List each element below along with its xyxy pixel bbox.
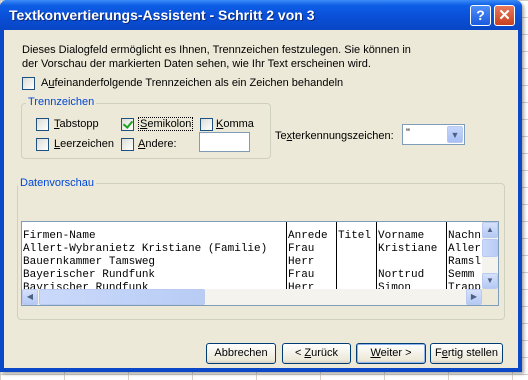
scroll-up-icon[interactable]: ▲ (482, 222, 498, 238)
comma-checkbox[interactable] (200, 118, 213, 131)
dialog-client-area: Dieses Dialogfeld ermöglicht es Ihnen, T… (4, 30, 518, 368)
scroll-right-icon[interactable]: ▶ (466, 289, 482, 305)
preview-cell: Ramsl (448, 256, 482, 268)
close-button[interactable]: ✕ (494, 5, 515, 26)
horizontal-scrollbar[interactable]: ◀ ▶ (22, 289, 482, 305)
preview-cell: Semm (448, 269, 475, 281)
preview-cell: Frau (288, 269, 315, 281)
finish-button[interactable]: Fertig stellen (430, 343, 503, 364)
space-label[interactable]: Leerzeichen (54, 138, 114, 150)
tab-label[interactable]: Tabstopp (54, 118, 99, 130)
delimiters-group-title: Trennzeichen (26, 96, 97, 108)
preview-row: Firmen-Name Anrede Titel Vorname Nachn (22, 230, 482, 243)
preview-cell (337, 243, 377, 256)
preview-cell: Simon (378, 282, 412, 289)
preview-row: Bauernkammer Tamsweg Herr Ramsl (22, 256, 482, 269)
preview-cell: Titel (338, 230, 372, 242)
preview-cell (377, 256, 447, 269)
description-text: Dieses Dialogfeld ermöglicht es Ihnen, T… (22, 43, 502, 71)
next-button[interactable]: Weiter > (356, 343, 426, 364)
horizontal-scroll-thumb[interactable] (39, 289, 205, 305)
help-button[interactable]: ? (470, 5, 491, 26)
preview-cell: Kristiane (378, 243, 438, 255)
preview-cell: Bauernkammer Tamsweg (23, 256, 156, 268)
preview-cell: Vorname (378, 230, 425, 242)
title-bar[interactable]: Textkonvertierungs-Assistent - Schritt 2… (0, 0, 522, 30)
data-preview-group-title: Datenvorschau (18, 177, 96, 189)
text-qualifier-label: Texterkennungszeichen: (275, 130, 394, 142)
cancel-button[interactable]: Abbrechen (206, 343, 276, 364)
tab-checkbox[interactable] (36, 118, 49, 131)
preview-cell (337, 282, 377, 289)
preview-cell: Aller (448, 243, 482, 255)
vertical-scroll-thumb[interactable] (482, 239, 498, 257)
preview-cell: Herr (288, 282, 315, 289)
preview-cell (337, 256, 377, 269)
text-import-wizard-dialog: Textkonvertierungs-Assistent - Schritt 2… (0, 0, 522, 372)
chevron-down-icon[interactable]: ▼ (447, 126, 463, 143)
consecutive-delimiters-label[interactable]: Aufeinanderfolgende Trennzeichen als ein… (41, 77, 343, 89)
text-qualifier-select[interactable]: " ▼ (402, 124, 465, 145)
semicolon-checkbox[interactable] (121, 118, 134, 131)
vertical-scrollbar[interactable]: ▲ ▼ (482, 222, 498, 289)
preview-cell: Herr (288, 256, 315, 268)
preview-row: Bayerischer Rundfunk Frau Nortrud Semm (22, 269, 482, 282)
preview-cell: Firmen-Name (23, 230, 96, 242)
preview-cell: Bayrischer Rundfunk (23, 282, 149, 289)
description-line-1: Dieses Dialogfeld ermöglicht es Ihnen, T… (22, 44, 411, 56)
preview-cell (337, 269, 377, 282)
preview-cell: Anrede (288, 230, 328, 242)
scroll-down-icon[interactable]: ▼ (482, 273, 498, 289)
other-label[interactable]: Andere: (138, 138, 177, 150)
other-delimiter-input[interactable] (199, 132, 250, 152)
text-qualifier-value: " (406, 127, 410, 139)
scroll-left-icon[interactable]: ◀ (22, 289, 38, 305)
preview-row: Allert-Wybranietz Kristiane (Familie) Fra… (22, 243, 482, 256)
space-checkbox[interactable] (36, 138, 49, 151)
preview-cell: Nachn (448, 230, 482, 242)
preview-cell: Frau (288, 243, 315, 255)
preview-cell: Nortrud (378, 269, 425, 281)
preview-cell: Trapp (448, 282, 482, 289)
preview-cell: Allert-Wybranietz Kristiane (Familie) (23, 243, 268, 255)
other-checkbox[interactable] (121, 138, 134, 151)
preview-cell: Bayerischer Rundfunk (23, 269, 156, 281)
comma-label[interactable]: Komma (216, 118, 254, 130)
preview-row: Bayrischer Rundfunk Herr Simon Trapp (22, 282, 482, 289)
window-title: Textkonvertierungs-Assistent - Schritt 2… (9, 7, 315, 23)
description-line-2: der Vorschau der markierten Daten sehen,… (22, 58, 371, 70)
back-button[interactable]: < Zurück (282, 343, 351, 364)
data-preview-grid[interactable]: Firmen-Name Anrede Titel Vorname Nachn Allert… (22, 222, 482, 289)
consecutive-delimiters-checkbox[interactable] (22, 77, 35, 90)
semicolon-label[interactable]: Semikolon (138, 117, 194, 131)
